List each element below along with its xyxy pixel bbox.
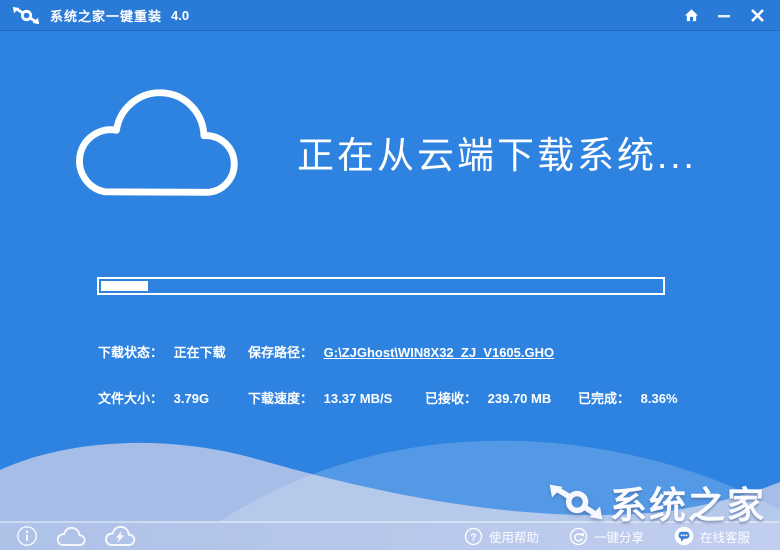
download-status-label: 下载状态： [98,345,164,360]
share-label: 一键分享 [593,530,644,545]
completed-value: 8.36% [640,391,678,406]
status-heading: 正在从云端下载系统... [297,135,697,176]
home-button[interactable] [682,6,700,24]
minimize-button[interactable] [715,6,733,24]
title-bar: 系统之家一键重装 4.0 [0,0,780,31]
download-speed-label: 下载速度： [248,391,314,406]
download-status-value: 正在下载 [173,345,226,360]
help-label: 使用帮助 [488,530,539,545]
save-path-label: 保存路径： [248,345,314,360]
download-status-field: 下载状态： 正在下载 [98,342,226,361]
download-speed-field: 下载速度： 13.37 MB/S [248,388,392,407]
app-version: 4.0 [171,7,190,23]
chat-support-icon [674,526,694,546]
support-button[interactable]: 在线客服 [674,526,750,546]
watermark-swoosh-icon [549,484,603,520]
watermark-text: 系统之家 [610,485,766,526]
file-size-value: 3.79G [173,391,210,406]
progress-bar [97,277,665,295]
step-indicator-icons [16,525,136,547]
file-size-label: 文件大小： [98,391,164,406]
home-icon [684,9,698,22]
install-lightning-step-icon [105,526,136,546]
share-icon [569,527,588,545]
info-step-icon [17,526,37,546]
support-label: 在线客服 [699,530,750,545]
received-field: 已接收： 239.70 MB [425,388,551,407]
app-window: 系统之家一键重装 4.0 正在从云端下载系统... 下载状态： 正在下载 保存路… [0,0,780,550]
cloud-step-icon [56,526,86,546]
minimize-icon [718,15,730,18]
share-button[interactable]: 一键分享 [569,527,644,546]
completed-field: 已完成： 8.36% [578,388,678,407]
brand-watermark: 系统之家 [548,475,766,529]
app-title: 系统之家一键重装 [50,8,163,24]
received-label: 已接收： [425,391,478,406]
close-button[interactable] [748,6,766,24]
footer-bar: ? 使用帮助 一键分享 在线客服 [0,522,780,550]
svg-text:?: ? [470,532,476,543]
progress-fill [101,281,148,291]
received-value: 239.70 MB [487,391,552,406]
app-logo-swoosh-icon [12,6,40,24]
close-icon [750,8,764,22]
download-speed-value: 13.37 MB/S [323,391,393,406]
footer-actions: ? 使用帮助 一键分享 在线客服 [464,526,750,546]
help-button[interactable]: ? 使用帮助 [464,527,539,546]
help-question-icon: ? [464,527,483,545]
cloud-download-icon [76,89,238,196]
file-size-field: 文件大小： 3.79G [98,388,209,407]
save-path-link[interactable]: G:\ZJGhost\WIN8X32_ZJ_V1605.GHO [324,345,554,360]
completed-label: 已完成： [578,391,631,406]
window-controls [682,6,766,24]
save-path-field: 保存路径： G:\ZJGhost\WIN8X32_ZJ_V1605.GHO [248,342,554,361]
